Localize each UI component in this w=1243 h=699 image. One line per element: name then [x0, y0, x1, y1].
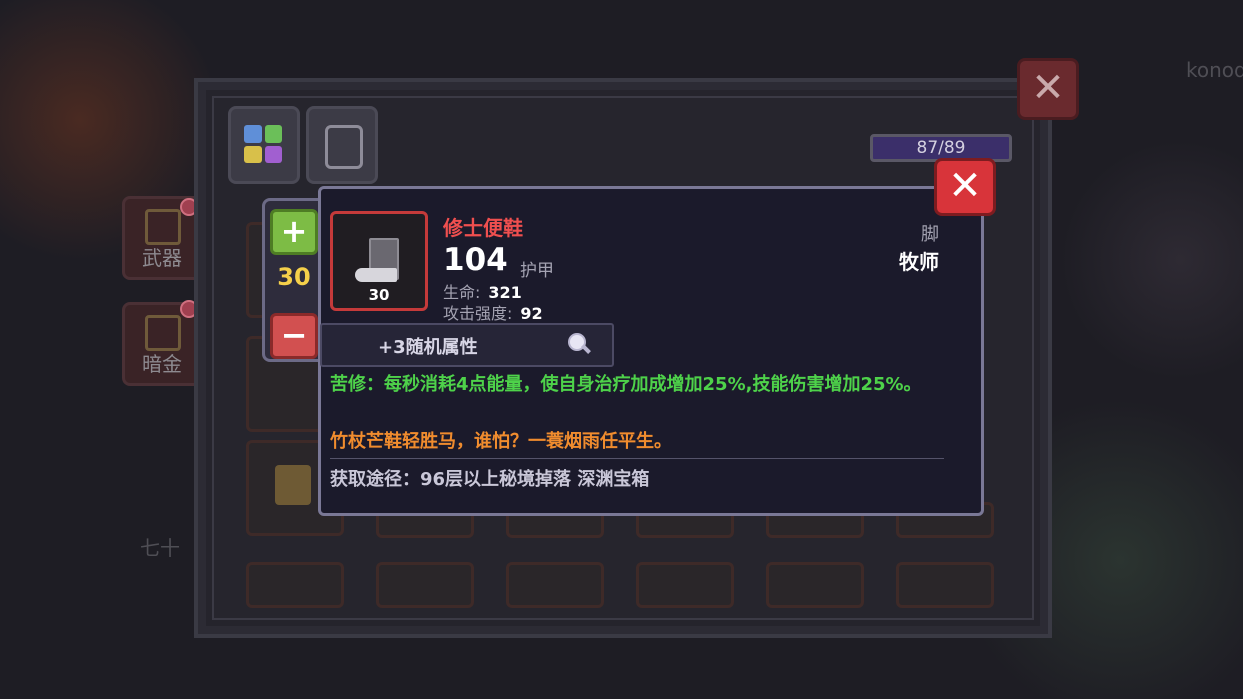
weapon-icon	[145, 209, 181, 245]
quantity-count: 30	[277, 263, 311, 291]
random-attributes-label: +3随机属性	[378, 337, 478, 358]
divider	[330, 458, 944, 459]
stat-attack: 攻击强度: 92	[443, 300, 543, 324]
item-quantity: 30	[368, 286, 390, 304]
item-source-text: 获取途径：96层以上秘境掉落 深渊宝箱	[330, 469, 650, 490]
item-icon-frame: 30	[330, 211, 428, 311]
quantity-stepper: + 30 −	[262, 198, 326, 362]
weapon-tab-label: 武器	[142, 246, 182, 270]
boot-icon-sole	[355, 268, 397, 282]
equip-slot-type: 脚	[921, 224, 939, 245]
item-icon	[275, 465, 311, 505]
inventory-tab-armor[interactable]	[306, 106, 378, 184]
inventory-slot[interactable]	[376, 562, 474, 608]
inventory-slot[interactable]	[636, 562, 734, 608]
armor-label: 护甲	[520, 261, 554, 281]
random-attributes-button[interactable]: +3随机属性	[320, 323, 614, 367]
item-flavor-text: 竹杖芒鞋轻胜马，谁怕？一蓑烟雨任平生。	[330, 431, 672, 452]
left-hint: 七十	[140, 536, 180, 560]
armor-icon	[325, 125, 363, 169]
dark-gold-icon	[145, 315, 181, 351]
armor-value: 104	[443, 242, 508, 278]
inventory-slot[interactable]	[896, 562, 994, 608]
inventory-slot[interactable]	[506, 562, 604, 608]
inventory-slot[interactable]	[766, 562, 864, 608]
user-tag: konod	[1186, 58, 1243, 82]
item-effect-text: 苦修：每秒消耗4点能量，使自身治疗加成增加25%,技能伤害增加25%。	[330, 374, 922, 395]
inventory-tab-all[interactable]	[228, 106, 300, 184]
popup-close-button[interactable]: ✕	[934, 158, 996, 216]
stat-value: 92	[520, 304, 543, 323]
inventory-slot[interactable]	[246, 562, 344, 608]
magnifier-icon	[568, 333, 591, 354]
decrease-button[interactable]: −	[270, 313, 318, 359]
class-requirement: 牧师	[899, 250, 939, 274]
dark-gold-tab-label: 暗金	[142, 352, 182, 376]
stat-label: 攻击强度:	[443, 304, 513, 323]
increase-button[interactable]: +	[270, 209, 318, 255]
item-name: 修士便鞋	[443, 216, 523, 240]
inventory-close-button[interactable]: ✕	[1017, 58, 1079, 120]
grid-icon	[244, 125, 282, 163]
